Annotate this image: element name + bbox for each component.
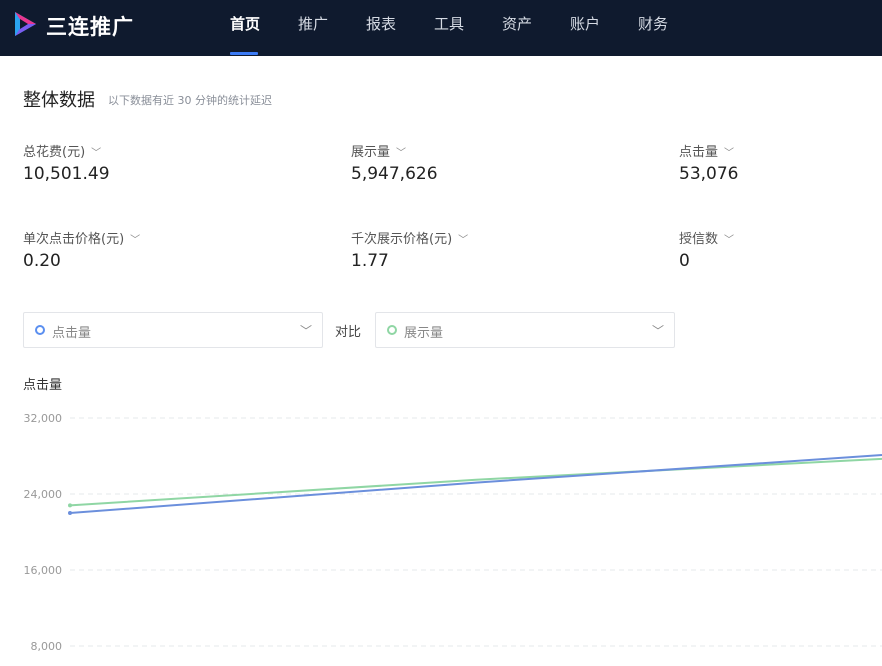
metric-value-total-cost: 10,501.49 — [23, 164, 110, 184]
nav-item-promotion[interactable]: 推广 — [298, 0, 328, 56]
brand-name: 三连推广 — [46, 15, 134, 39]
metric-label-text: 千次展示价格(元) — [351, 232, 453, 247]
nav-item-finance[interactable]: 财务 — [638, 0, 668, 56]
delay-note: 以下数据有近 30 分钟的统计延迟 — [108, 94, 272, 107]
series-point — [68, 503, 72, 508]
metric-label-clicks[interactable]: 点击量 ﹀ — [679, 141, 734, 160]
metric-label-impressions[interactable]: 展示量 ﹀ — [351, 141, 406, 160]
chevron-down-icon: ﹀ — [651, 324, 664, 338]
chevron-down-icon: ﹀ — [724, 148, 735, 159]
secondary-metric-select[interactable]: 展示量 ﹀ — [375, 312, 675, 348]
nav-item-assets[interactable]: 资产 — [502, 0, 532, 56]
chevron-down-icon: ﹀ — [458, 235, 469, 246]
primary-metric-select[interactable]: 点击量 ﹀ — [23, 312, 323, 348]
y-tick-label: 16,000 — [24, 564, 63, 577]
chevron-down-icon: ﹀ — [130, 235, 141, 246]
metric-label-cpm[interactable]: 千次展示价格(元) ﹀ — [351, 228, 468, 247]
metric-value-clicks: 53,076 — [679, 164, 739, 184]
section-title: 整体数据 — [23, 90, 95, 111]
metric-label-cpc[interactable]: 单次点击价格(元) ﹀ — [23, 228, 140, 247]
metric-value-impressions: 5,947,626 — [351, 164, 438, 184]
metric-label-credit-count[interactable]: 授信数 ﹀ — [679, 228, 734, 247]
chevron-down-icon: ﹀ — [91, 148, 102, 159]
y-tick-label: 8,000 — [31, 640, 63, 653]
chart-title: 点击量 — [23, 378, 63, 393]
metric-value-cpm: 1.77 — [351, 251, 389, 271]
series-dot-icon — [35, 325, 45, 335]
nav-item-home[interactable]: 首页 — [230, 0, 260, 56]
metric-label-text: 单次点击价格(元) — [23, 232, 125, 247]
primary-metric-value: 点击量 — [52, 326, 92, 341]
series-point — [68, 511, 72, 515]
series-dot-icon — [387, 325, 397, 335]
chevron-down-icon: ﹀ — [299, 324, 312, 338]
y-tick-label: 32,000 — [24, 412, 63, 425]
metric-label-total-cost[interactable]: 总花费(元) ﹀ — [23, 141, 101, 160]
chevron-down-icon: ﹀ — [724, 235, 735, 246]
series-line-点击量 — [69, 454, 882, 514]
nav-item-tools[interactable]: 工具 — [434, 0, 464, 56]
compare-label: 对比 — [335, 325, 362, 340]
metric-value-cpc: 0.20 — [23, 251, 61, 271]
metric-label-text: 展示量 — [351, 145, 391, 160]
metric-value-credit-count: 0 — [679, 251, 690, 271]
top-nav-bar: 三连推广 首页 推广 报表 工具 资产 账户 财务 — [0, 0, 882, 56]
active-tab-indicator — [230, 52, 258, 55]
line-chart: 32,000 24,000 16,000 8,000 — [24, 412, 882, 653]
logo-icon — [15, 12, 36, 36]
y-tick-label: 24,000 — [24, 488, 63, 501]
metric-label-text: 授信数 — [679, 232, 719, 247]
secondary-metric-value: 展示量 — [404, 326, 444, 341]
metric-label-text: 点击量 — [679, 145, 719, 160]
nav-item-account[interactable]: 账户 — [570, 0, 600, 56]
nav-item-reports[interactable]: 报表 — [366, 0, 396, 56]
metric-label-text: 总花费(元) — [23, 145, 86, 160]
chevron-down-icon: ﹀ — [396, 148, 407, 159]
